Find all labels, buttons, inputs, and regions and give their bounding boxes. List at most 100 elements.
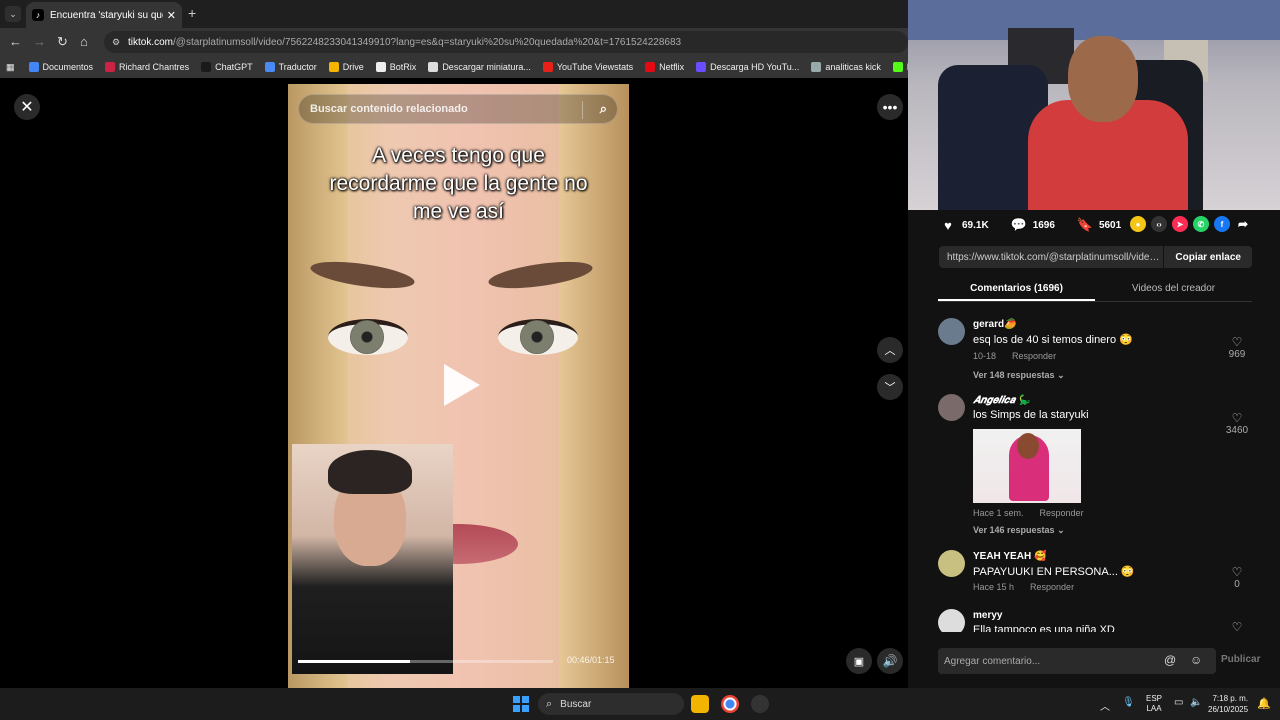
related-search-input[interactable]: Buscar contenido relacionado ⌕ xyxy=(298,94,618,124)
notifications-icon[interactable]: 🔔 xyxy=(1257,697,1271,710)
obs-icon[interactable] xyxy=(751,695,769,713)
avatar[interactable] xyxy=(938,550,965,577)
publish-button[interactable]: Publicar xyxy=(1221,654,1260,665)
facebook-icon[interactable]: f xyxy=(1214,216,1230,232)
network-icon[interactable]: ▭ xyxy=(1174,697,1183,708)
bookmark-item[interactable]: Drive xyxy=(328,62,364,72)
home-button[interactable]: ⌂ xyxy=(80,34,88,49)
mention-icon[interactable]: @ xyxy=(1164,653,1176,667)
comment-like-button[interactable]: ♡ 0 xyxy=(1222,565,1252,590)
comments-list: gerard🥭 esq los de 40 si temos dinero 😳 … xyxy=(938,310,1262,632)
reload-button[interactable]: ↻ xyxy=(57,34,68,50)
view-replies-button[interactable]: Ver 148 respuestas ⌄ xyxy=(973,370,1065,381)
tab-title: Encuentra 'staryuki su quedada' xyxy=(50,9,163,21)
comment-like-button[interactable]: ♡ xyxy=(1222,620,1252,632)
apps-grid-icon[interactable]: ▦ xyxy=(6,62,15,73)
comments-button[interactable]: 💬 1696 xyxy=(1011,217,1055,233)
bookmark-item[interactable]: Richard Chantres xyxy=(105,62,189,72)
address-bar[interactable]: ⚙ tiktok.com/@starplatinumsoll/video/756… xyxy=(104,31,908,53)
bookmark-label: ChatGPT xyxy=(215,62,253,72)
bookmark-favicon-icon xyxy=(264,62,275,72)
comment-text: los Simps de la staryuki xyxy=(973,409,1089,421)
comment-date: Hace 1 sem. xyxy=(973,508,1024,518)
video-player[interactable]: Buscar contenido relacionado ⌕ A veces t… xyxy=(288,84,629,688)
copy-link-button[interactable]: Copiar enlace xyxy=(1163,246,1252,268)
speaker-icon[interactable]: 🔈 xyxy=(1190,697,1202,708)
browser-tab-active[interactable]: ♪ Encuentra 'staryuki su quedada' ✕ xyxy=(26,2,182,28)
whatsapp-icon[interactable]: ✆ xyxy=(1193,216,1209,232)
video-link-text[interactable]: https://www.tiktok.com/@starplatinumsoll… xyxy=(939,252,1163,263)
bookmark-favicon-icon xyxy=(428,62,439,72)
bookmark-item[interactable]: Descarga HD YouTu... xyxy=(696,62,799,72)
forward-button[interactable]: → xyxy=(33,34,46,49)
search-icon: ⌕ xyxy=(546,697,553,710)
reply-button[interactable]: Responder xyxy=(1030,582,1074,592)
bookmark-item[interactable]: ChatGPT xyxy=(201,62,253,72)
more-options-icon[interactable]: ••• xyxy=(877,94,903,120)
clock-time: 7:18 p. m. xyxy=(1212,694,1249,703)
next-video-icon[interactable]: ﹀ xyxy=(877,374,903,400)
like-button[interactable]: ♥ 69.1K xyxy=(940,217,989,233)
comment-like-button[interactable]: ♡ 969 xyxy=(1222,335,1252,360)
bookmark-item[interactable]: Traductor xyxy=(264,62,317,72)
comment-author[interactable]: 𝑨𝒏𝒈𝒆𝒍𝒊𝒄𝒂 🦕 xyxy=(973,395,1030,406)
bookmark-item[interactable]: Netflix xyxy=(645,62,684,72)
bookmark-label: Traductor xyxy=(278,62,317,72)
bookmark-item[interactable]: YouTube Viewstats xyxy=(542,62,634,72)
reply-button[interactable]: Responder xyxy=(1040,508,1084,518)
bookmark-item[interactable]: analiticas kick xyxy=(811,62,881,72)
bookmark-label: Netflix xyxy=(659,62,685,72)
bookmark-item[interactable]: BotRix xyxy=(375,62,417,72)
search-icon[interactable]: ⌕ xyxy=(600,101,607,117)
comment-input[interactable]: Agregar comentario... @ ☺ xyxy=(938,648,1216,674)
bookmark-item[interactable]: Documentos xyxy=(28,62,94,72)
bookmark-favicon-icon xyxy=(811,62,822,72)
bookmark-label: Richard Chantres xyxy=(119,62,190,72)
comment-author[interactable]: meryy xyxy=(973,610,1002,621)
bookmark-item[interactable]: kick descarga xyxy=(892,62,908,72)
send-icon[interactable]: ➤ xyxy=(1172,216,1188,232)
bookmark-label: YouTube Viewstats xyxy=(556,62,634,72)
play-icon[interactable] xyxy=(444,364,480,406)
file-explorer-icon[interactable] xyxy=(691,695,709,713)
avatar[interactable] xyxy=(938,394,965,421)
comment-author[interactable]: gerard🥭 xyxy=(973,319,1017,330)
embed-icon[interactable]: ‹› xyxy=(1151,216,1167,232)
bookmark-label: Documentos xyxy=(42,62,94,72)
save-button[interactable]: 🔖 5601 xyxy=(1077,217,1121,233)
mic-icon[interactable]: 🎙 xyxy=(1122,697,1135,708)
tab-creator-videos[interactable]: Videos del creador xyxy=(1095,278,1252,301)
bookmark-label: BotRix xyxy=(389,62,417,72)
language-indicator[interactable]: ESP LAA xyxy=(1146,694,1162,714)
picture-in-picture-icon[interactable]: ▣ xyxy=(846,648,872,674)
taskbar-search[interactable]: ⌕ Buscar xyxy=(538,693,684,715)
reply-button[interactable]: Responder xyxy=(1012,351,1056,361)
avatar[interactable] xyxy=(938,318,965,345)
emoji-icon[interactable]: ☺ xyxy=(1190,653,1202,667)
comment-author[interactable]: YEAH YEAH 🥰 xyxy=(973,551,1046,562)
coin-share-icon[interactable]: ● xyxy=(1130,216,1146,232)
tab-comments[interactable]: Comentarios (1696) xyxy=(938,278,1095,301)
comment-like-button[interactable]: ♡ 3460 xyxy=(1222,411,1252,436)
like-count: 69.1K xyxy=(962,219,989,231)
chrome-icon[interactable] xyxy=(721,695,739,713)
comment-sticker-image[interactable] xyxy=(973,429,1081,503)
new-tab-button[interactable]: + xyxy=(188,5,196,21)
avatar[interactable] xyxy=(938,609,965,632)
taskbar-clock[interactable]: 7:18 p. m. 26/10/2025 xyxy=(1208,693,1248,715)
back-button[interactable]: ← xyxy=(9,34,22,49)
share-arrow-icon[interactable]: ➦ xyxy=(1235,216,1251,232)
bookmark-favicon-icon xyxy=(645,62,656,72)
bookmark-item[interactable]: Descargar miniatura... xyxy=(428,62,531,72)
windows-start-icon[interactable] xyxy=(513,696,529,712)
comment-date: Hace 15 h xyxy=(973,582,1015,592)
tab-close-icon[interactable]: ✕ xyxy=(167,9,176,22)
site-info-icon[interactable]: ⚙ xyxy=(112,37,122,47)
view-replies-button[interactable]: Ver 146 respuestas ⌄ xyxy=(973,525,1065,536)
tray-chevron-icon[interactable]: ︿ xyxy=(1100,698,1110,713)
share-options: ● ‹› ➤ ✆ f ➦ xyxy=(1130,216,1256,232)
close-icon[interactable]: ✕ xyxy=(14,94,40,120)
tab-search-button[interactable]: ⌄ xyxy=(5,6,21,22)
volume-icon[interactable]: 🔊 xyxy=(877,648,903,674)
previous-video-icon[interactable]: ︿ xyxy=(877,337,903,363)
